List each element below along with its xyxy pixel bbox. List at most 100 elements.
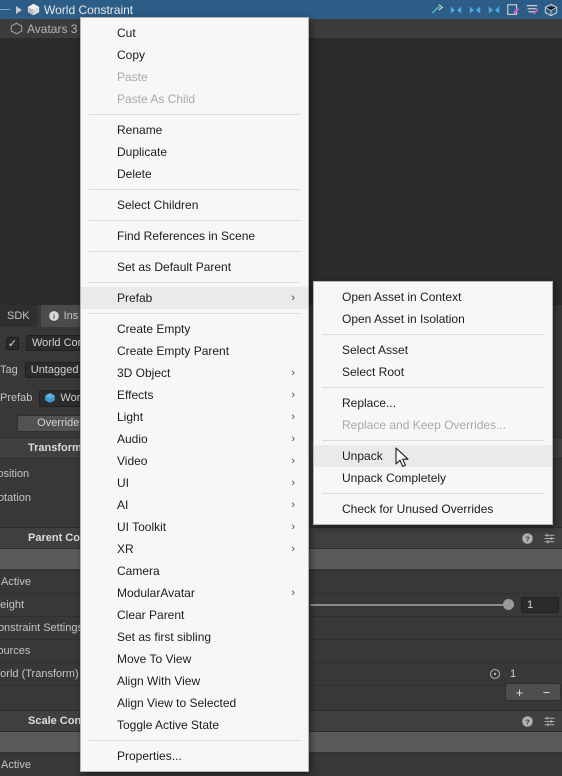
menu-item-3d-object[interactable]: 3D Object › [81,362,308,384]
source-weight-value: 1 [510,668,517,680]
menu-item-label: Copy [117,48,146,62]
object-active-checkbox[interactable]: ✓ [6,336,19,350]
prefab-cube-icon [45,393,56,403]
menu-item-create-empty-parent[interactable]: Create Empty Parent [81,340,308,362]
weight-value-field[interactable]: 1 [521,597,559,613]
menu-item-open-asset-in-isolation[interactable]: Open Asset in Isolation [314,308,552,330]
chevron-right-icon: › [291,498,295,511]
menu-item-move-to-view[interactable]: Move To View [81,648,308,670]
svg-text:i: i [53,314,55,321]
menu-item-label: AI [117,498,129,512]
cube-icon [27,3,40,16]
menu-item-prefab[interactable]: Prefab › [81,287,308,309]
menu-item-select-asset[interactable]: Select Asset [314,339,552,361]
svg-text:?: ? [525,534,530,543]
preset-icon[interactable] [543,532,556,545]
menu-item-label: Create Empty Parent [117,344,230,358]
menu-item-unpack-completely[interactable]: Unpack Completely [314,467,552,489]
transform-position-label: Position [0,468,30,480]
menu-item-check-for-unused-overrides[interactable]: Check for Unused Overrides [314,498,552,520]
hierarchy-indent-line [0,9,10,10]
menu-item-label: Move To View [117,652,192,666]
help-icon[interactable]: ? [521,715,534,728]
triangle-right-icon[interactable] [16,5,22,14]
menu-item-label: 3D Object [117,366,171,380]
menu-item-clear-parent[interactable]: Clear Parent [81,604,308,626]
menu-item-select-root[interactable]: Select Root [314,361,552,383]
menu-item-duplicate[interactable]: Duplicate [81,141,308,163]
menu-item-create-empty[interactable]: Create Empty [81,318,308,340]
menu-separator [322,440,544,441]
object-active-check: ✓ [7,337,18,350]
source-world-transform-label: World (Transform) [0,668,79,680]
menu-item-ai[interactable]: AI › [81,494,308,516]
menu-item-properties[interactable]: Properties... [81,745,308,767]
menu-item-modularavatar[interactable]: ModularAvatar › [81,582,308,604]
prefab-submenu[interactable]: Open Asset in Context Open Asset in Isola… [313,281,553,525]
menu-item-copy[interactable]: Copy [81,44,308,66]
menu-item-find-references-in-scene[interactable]: Find References in Scene [81,225,308,247]
menu-item-label: Effects [117,388,154,402]
preset-icon[interactable] [543,715,556,728]
script-edit-icon[interactable] [506,3,520,17]
add-source-button[interactable]: + [506,684,533,700]
tab-sdk[interactable]: SDK [0,305,37,327]
menu-item-rename[interactable]: Rename [81,119,308,141]
menu-item-label: Check for Unused Overrides [342,502,494,516]
menu-item-set-as-first-sibling[interactable]: Set as first sibling [81,626,308,648]
menu-item-ui[interactable]: UI › [81,472,308,494]
blendshape-icon[interactable] [487,3,501,17]
blendshape-icon[interactable] [468,3,482,17]
layers-icon[interactable] [525,3,539,17]
cube-outline-icon [10,22,23,35]
menu-item-open-asset-in-context[interactable]: Open Asset in Context [314,286,552,308]
menu-item-label: Select Root [342,365,405,379]
menu-item-light[interactable]: Light › [81,406,308,428]
menu-item-label: Duplicate [117,145,168,159]
menu-item-video[interactable]: Video › [81,450,308,472]
menu-item-label: Camera [117,564,160,578]
menu-item-label: Set as first sibling [117,630,212,644]
hierarchy-row2-label: Avatars 3 [27,21,78,36]
menu-separator [322,493,544,494]
weight-slider-track[interactable] [310,604,510,606]
menu-item-cut[interactable]: Cut [81,22,308,44]
menu-separator [89,282,300,283]
remove-source-button[interactable]: − [533,684,560,700]
menu-item-align-view-to-selected[interactable]: Align View to Selected [81,692,308,714]
menu-item-unpack[interactable]: Unpack [314,445,552,467]
menu-item-delete[interactable]: Delete [81,163,308,185]
blendshape-icon[interactable] [449,3,463,17]
prefab-cube-icon[interactable] [544,3,558,17]
menu-item-label: Clear Parent [117,608,185,622]
tab-inspector[interactable]: i Ins [40,305,86,327]
tag-value: Untagged [30,364,79,376]
menu-item-replace-and-keep-overrides: Replace and Keep Overrides... [314,414,552,436]
menu-item-label: Paste [117,70,148,84]
menu-item-select-children[interactable]: Select Children [81,194,308,216]
weight-slider-knob[interactable] [503,599,514,610]
constraint-icon[interactable] [430,3,444,17]
menu-item-ui-toolkit[interactable]: UI Toolkit › [81,516,308,538]
menu-item-label: XR [117,542,134,556]
menu-item-align-with-view[interactable]: Align With View [81,670,308,692]
menu-item-replace[interactable]: Replace... [314,392,552,414]
tag-label: Tag [0,364,18,376]
menu-item-xr[interactable]: XR › [81,538,308,560]
help-icon[interactable]: ? [521,532,534,545]
menu-item-audio[interactable]: Audio › [81,428,308,450]
menu-item-toggle-active-state[interactable]: Toggle Active State [81,714,308,736]
hierarchy-selected-label: World Constraint [44,2,134,17]
menu-item-set-as-default-parent[interactable]: Set as Default Parent [81,256,308,278]
tab-sdk-label: SDK [7,310,30,322]
source-weight-field[interactable]: 1 [505,666,559,682]
menu-separator [322,387,544,388]
menu-item-camera[interactable]: Camera [81,560,308,582]
parent-constraint-header-icons: ? [521,532,556,545]
remove-source-label: − [542,684,551,700]
object-picker-icon[interactable] [489,668,501,680]
menu-item-label: Video [117,454,148,468]
menu-item-effects[interactable]: Effects › [81,384,308,406]
chevron-right-icon: › [291,291,295,304]
hierarchy-context-menu[interactable]: Cut Copy Paste Paste As Child Rename Duplicat… [80,17,309,772]
